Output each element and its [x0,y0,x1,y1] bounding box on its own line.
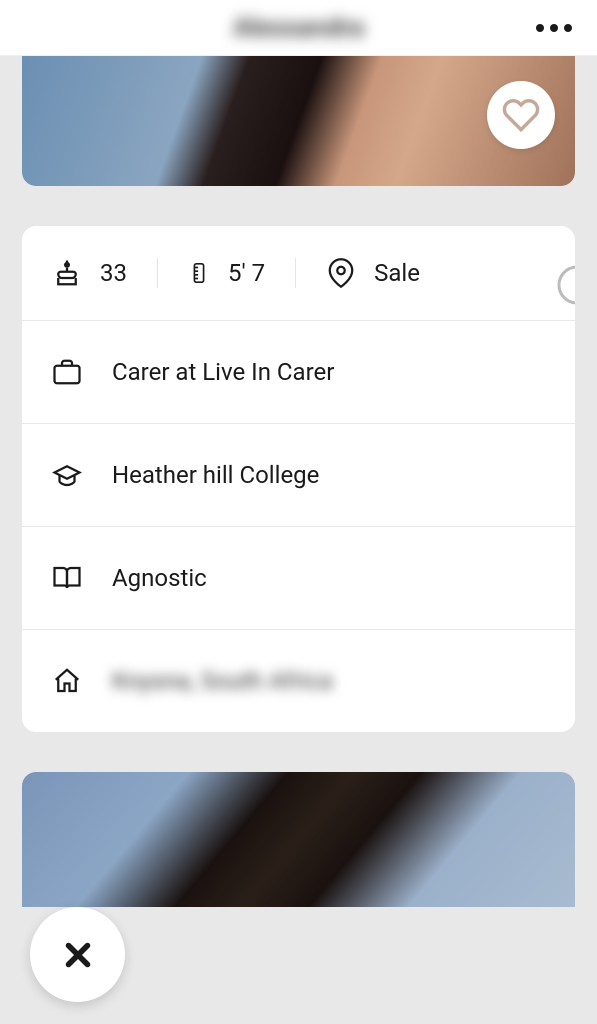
location-value: Sale [374,259,420,287]
age-value: 33 [100,259,127,287]
book-icon [52,563,82,593]
location-stat: Sale [296,258,450,288]
religion-text: Agnostic [112,564,207,592]
partial-next-indicator [555,263,575,307]
work-row: Carer at Live In Carer [22,320,575,423]
profile-photo-1[interactable] [22,56,575,186]
profile-info-card: 33 5' 7 Sale Carer at Live In Carer [22,226,575,732]
age-stat: 33 [22,258,158,288]
ruler-icon [188,258,210,288]
profile-photo-2[interactable] [22,772,575,907]
hometown-row: Knysna, South Africa [22,629,575,732]
hometown-text: Knysna, South Africa [112,667,333,695]
profile-name: Alessandra [233,13,364,43]
close-icon [59,936,97,974]
graduation-cap-icon [52,460,82,490]
briefcase-icon [52,357,82,387]
profile-header: Alessandra [0,0,597,56]
home-icon [52,666,82,696]
stats-row: 33 5' 7 Sale [22,226,575,320]
more-options-button[interactable] [536,24,572,32]
education-row: Heather hill College [22,423,575,526]
height-value: 5' 7 [228,259,265,287]
education-text: Heather hill College [112,461,319,489]
heart-icon [502,96,540,134]
dismiss-button[interactable] [30,907,125,1002]
like-button[interactable] [487,81,555,149]
cake-icon [52,258,82,288]
work-text: Carer at Live In Carer [112,358,334,386]
height-stat: 5' 7 [158,258,296,288]
religion-row: Agnostic [22,526,575,629]
location-pin-icon [326,258,356,288]
